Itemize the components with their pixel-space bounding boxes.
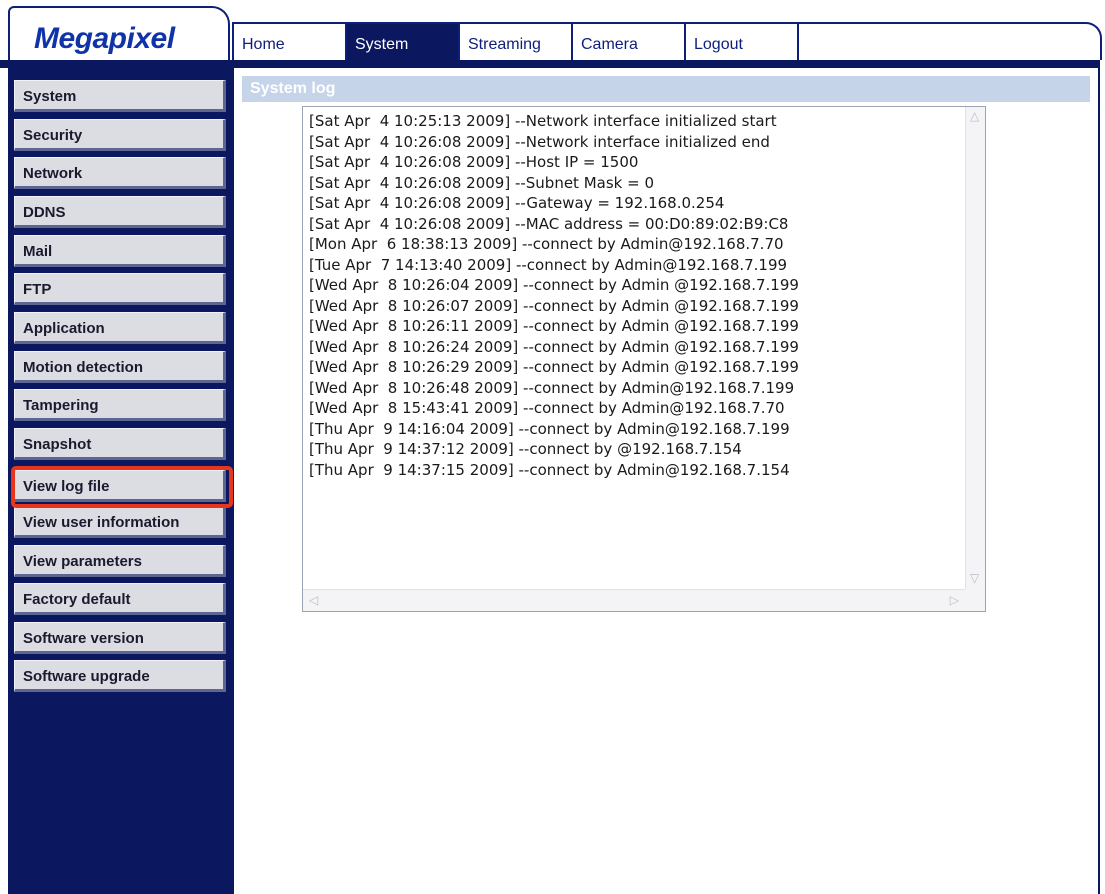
log-line: [Thu Apr 9 14:37:12 2009] --connect by @… [309,440,742,458]
sidebar-item-tampering[interactable]: Tampering [14,389,226,421]
sidebar-item-software-version[interactable]: Software version [14,622,226,654]
scroll-down-icon[interactable]: ▽ [970,571,979,585]
main-content: System log [Sat Apr 4 10:25:13 2009] --N… [234,68,1098,894]
log-line: [Sat Apr 4 10:26:08 2009] --Gateway = 19… [309,194,725,212]
sidebar-item-view-user-information[interactable]: View user information [14,506,226,538]
sidebar-item-motion-detection[interactable]: Motion detection [14,351,226,383]
log-line: [Sat Apr 4 10:26:08 2009] --Network inte… [309,132,770,151]
scroll-up-icon[interactable]: △ [970,109,979,123]
log-textarea[interactable]: [Sat Apr 4 10:25:13 2009] --Network inte… [302,106,986,612]
sidebar-item-view-log-file[interactable]: View log file [14,470,226,502]
log-line: [Sat Apr 4 10:26:08 2009] --MAC address … [309,214,789,233]
tab-system[interactable]: System [347,24,460,62]
tab-home[interactable]: Home [234,24,347,62]
sidebar-item-snapshot[interactable]: Snapshot [14,428,226,460]
log-line: [Wed Apr 8 10:26:48 2009] --connect by A… [309,378,795,397]
tab-camera[interactable]: Camera [573,24,686,62]
log-line: [Wed Apr 8 10:26:04 2009] --connect by A… [309,276,799,294]
log-line: [Wed Apr 8 10:26:11 2009] --connect by A… [309,317,799,335]
top-nav: Home System Streaming Camera Logout [232,22,1102,62]
sidebar-item-security[interactable]: Security [14,119,226,151]
log-line: [Sat Apr 4 10:26:08 2009] --Host IP = 15… [309,153,639,171]
log-line: [Mon Apr 6 18:38:13 2009] --connect by A… [309,235,784,253]
log-line: [Sat Apr 4 10:25:13 2009] --Network inte… [309,112,777,130]
tab-logout[interactable]: Logout [686,24,799,62]
sidebar-item-factory-default[interactable]: Factory default [14,583,226,615]
log-line: [Wed Apr 8 15:43:41 2009] --connect by A… [309,399,785,417]
right-frame [1098,60,1105,894]
logo: Megapixel [34,22,175,55]
log-line: [Wed Apr 8 10:26:07 2009] --connect by A… [309,296,799,315]
sidebar-item-mail[interactable]: Mail [14,235,226,267]
log-line: [Thu Apr 9 14:16:04 2009] --connect by A… [309,419,790,438]
sidebar-item-system[interactable]: System [14,80,226,112]
sidebar-item-application[interactable]: Application [14,312,226,344]
log-line: [Thu Apr 9 14:37:15 2009] --connect by A… [309,460,790,479]
sidebar-item-software-upgrade[interactable]: Software upgrade [14,660,226,692]
scroll-right-icon[interactable]: ▷ [950,593,959,607]
scroll-left-icon[interactable]: ◁ [309,593,318,607]
section-title: System log [242,76,1090,102]
log-line: [Tue Apr 7 14:13:40 2009] --connect by A… [309,255,788,274]
scroll-corner [965,589,985,611]
vertical-scrollbar[interactable]: △ ▽ [965,107,985,589]
sidebar-item-view-parameters[interactable]: View parameters [14,545,226,577]
tab-streaming[interactable]: Streaming [460,24,573,62]
log-line: [Wed Apr 8 10:26:24 2009] --connect by A… [309,337,799,356]
sidebar-item-network[interactable]: Network [14,157,226,189]
logo-box: Megapixel [8,6,230,62]
sidebar-item-ftp[interactable]: FTP [14,273,226,305]
horizontal-scrollbar[interactable]: ◁ ▷ [303,589,965,611]
log-text: [Sat Apr 4 10:25:13 2009] --Network inte… [309,111,959,589]
sidebar: System Security Network DDNS Mail FTP Ap… [8,68,234,894]
log-line: [Wed Apr 8 10:26:29 2009] --connect by A… [309,358,799,376]
header-bar [0,60,1105,68]
sidebar-item-ddns[interactable]: DDNS [14,196,226,228]
log-line: [Sat Apr 4 10:26:08 2009] --Subnet Mask … [309,173,654,192]
header: Megapixel Home System Streaming Camera L… [0,0,1105,68]
